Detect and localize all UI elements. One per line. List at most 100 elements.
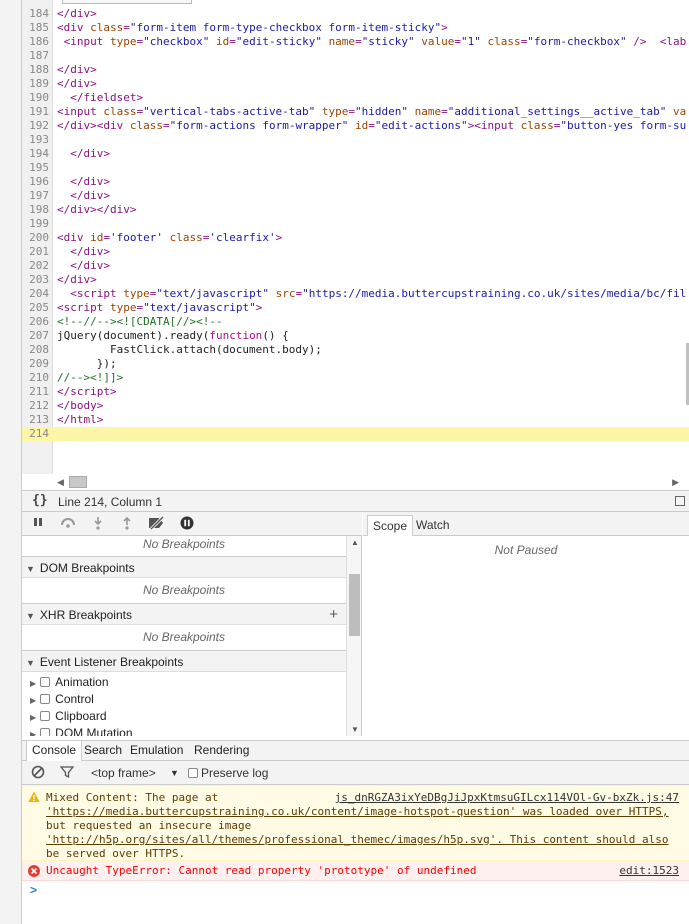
toggle-panel-icon[interactable]	[675, 496, 685, 506]
scroll-up-icon[interactable]: ▲	[351, 538, 359, 547]
line-code[interactable]: </body>	[57, 399, 103, 413]
line-number[interactable]: 184	[22, 7, 49, 21]
tab-console[interactable]: Console	[26, 741, 83, 761]
collapsed-triangle-icon[interactable]: ▶	[30, 679, 36, 688]
pause-icon[interactable]	[30, 516, 46, 532]
line-number[interactable]: 199	[22, 217, 49, 231]
code-line[interactable]: 213 </html>	[22, 413, 689, 427]
line-number[interactable]: 207	[22, 329, 49, 343]
tab-search[interactable]: Search	[79, 741, 127, 761]
code-line[interactable]: 184 </div>	[22, 7, 689, 21]
code-line[interactable]: 199	[22, 217, 689, 231]
code-line[interactable]: 192 </div><div class="form-actions form-w…	[22, 119, 689, 133]
clear-console-icon[interactable]	[31, 765, 45, 781]
collapsed-triangle-icon[interactable]: ▶	[30, 730, 36, 736]
line-number[interactable]: 201	[22, 245, 49, 259]
editor-horizontal-scrollbar[interactable]: ◀ ▶	[53, 474, 689, 490]
code-line[interactable]: 187	[22, 49, 689, 63]
line-code[interactable]: </div><div class="form-actions form-wrap…	[57, 119, 686, 133]
event-category-clipboard[interactable]: ▶ Clipboard	[22, 708, 346, 725]
warning-line[interactable]: 'http://h5p.org/sites/all/themes/profess…	[46, 833, 669, 846]
tab-emulation[interactable]: Emulation	[125, 741, 188, 761]
step-out-icon[interactable]	[119, 516, 135, 532]
line-code[interactable]: <script type="text/javascript">	[57, 301, 262, 315]
code-line[interactable]: 209 });	[22, 357, 689, 371]
collapsed-triangle-icon[interactable]: ▶	[30, 696, 36, 705]
code-line[interactable]: 190 </fieldset>	[22, 91, 689, 105]
line-code[interactable]: </div>	[57, 77, 97, 91]
line-number[interactable]: 197	[22, 189, 49, 203]
tab-rendering[interactable]: Rendering	[189, 741, 254, 761]
scroll-down-icon[interactable]: ▼	[351, 725, 359, 734]
line-number[interactable]: 208	[22, 343, 49, 357]
line-number[interactable]: 202	[22, 259, 49, 273]
console-messages[interactable]: Mixed Content: The page at 'https://medi…	[22, 785, 689, 924]
scroll-right-icon[interactable]: ▶	[672, 477, 679, 488]
code-line[interactable]: 188 </div>	[22, 63, 689, 77]
line-number[interactable]: 212	[22, 399, 49, 413]
code-line[interactable]: 196 </div>	[22, 175, 689, 189]
code-line[interactable]: 212 </body>	[22, 399, 689, 413]
code-line[interactable]: 198 </div></div>	[22, 203, 689, 217]
code-line[interactable]: 194 </div>	[22, 147, 689, 161]
line-number[interactable]: 200	[22, 231, 49, 245]
event-category-dom-mutation[interactable]: ▶ DOM Mutation	[22, 725, 346, 736]
error-source-link[interactable]: edit:1523	[619, 864, 679, 878]
checkbox[interactable]	[40, 694, 51, 704]
line-code[interactable]: <div class="form-item form-type-checkbox…	[57, 21, 448, 35]
console-prompt[interactable]: >	[30, 883, 37, 897]
line-code[interactable]: <input class="vertical-tabs-active-tab" …	[57, 105, 686, 119]
collapsed-triangle-icon[interactable]: ▶	[30, 713, 36, 722]
line-number[interactable]: 187	[22, 49, 49, 63]
filter-icon[interactable]	[59, 765, 75, 781]
line-code[interactable]: //--><!]]>	[57, 371, 123, 385]
line-code[interactable]: <!--//--><![CDATA[//><!--	[57, 315, 223, 329]
checkbox[interactable]	[40, 728, 51, 736]
scroll-thumb[interactable]	[349, 574, 360, 636]
warning-line[interactable]: 'https://media.buttercupstraining.co.uk/…	[46, 805, 669, 818]
step-over-icon[interactable]	[58, 516, 78, 532]
line-code[interactable]: jQuery(document).ready(function() {	[57, 329, 289, 343]
code-line[interactable]: 191 <input class="vertical-tabs-active-ta…	[22, 105, 689, 119]
line-code[interactable]: </div>	[57, 189, 110, 203]
code-line[interactable]: 185 <div class="form-item form-type-check…	[22, 21, 689, 35]
code-line[interactable]: 211 </script>	[22, 385, 689, 399]
line-number[interactable]: 204	[22, 287, 49, 301]
line-code[interactable]: </div>	[57, 7, 97, 21]
code-line[interactable]: 214	[22, 427, 689, 441]
scroll-thumb[interactable]	[69, 476, 87, 488]
line-number[interactable]: 193	[22, 133, 49, 147]
line-number[interactable]: 206	[22, 315, 49, 329]
frame-select[interactable]: <top frame>	[91, 765, 156, 781]
frame-dropdown-icon[interactable]: ▼	[170, 765, 179, 781]
code-line[interactable]: 206 <!--//--><![CDATA[//><!--	[22, 315, 689, 329]
xhr-breakpoints-header[interactable]: ▼ XHR Breakpoints +	[22, 603, 346, 625]
line-code[interactable]: <div id='footer' class='clearfix'>	[57, 231, 282, 245]
line-code[interactable]: </div>	[57, 147, 110, 161]
tab-scope[interactable]: Scope	[367, 515, 414, 536]
tab-watch[interactable]: Watch	[411, 515, 455, 536]
code-line[interactable]: 193	[22, 133, 689, 147]
line-code[interactable]: </div>	[57, 245, 110, 259]
code-line[interactable]: 201 </div>	[22, 245, 689, 259]
code-line[interactable]: 195	[22, 161, 689, 175]
line-number[interactable]: 192	[22, 119, 49, 133]
deactivate-breakpoints-icon[interactable]	[146, 515, 168, 532]
line-code[interactable]: </fieldset>	[57, 91, 143, 105]
line-number[interactable]: 186	[22, 35, 49, 49]
line-number[interactable]: 191	[22, 105, 49, 119]
pause-on-exceptions-icon[interactable]	[179, 516, 195, 532]
line-code[interactable]: <script type="text/javascript" src="http…	[57, 287, 686, 301]
code-line[interactable]: 197 </div>	[22, 189, 689, 203]
event-category-control[interactable]: ▶ Control	[22, 691, 346, 708]
step-into-icon[interactable]	[90, 516, 106, 532]
code-line[interactable]: 200 <div id='footer' class='clearfix'>	[22, 231, 689, 245]
line-number[interactable]: 195	[22, 161, 49, 175]
event-category-animation[interactable]: ▶ Animation	[22, 674, 346, 691]
line-number[interactable]: 196	[22, 175, 49, 189]
line-number[interactable]: 190	[22, 91, 49, 105]
line-code[interactable]: </html>	[57, 413, 103, 427]
line-number[interactable]: 213	[22, 413, 49, 427]
line-number[interactable]: 194	[22, 147, 49, 161]
code-lines[interactable]: 184 </div> 185 <div class="form-item form-t…	[22, 7, 689, 441]
